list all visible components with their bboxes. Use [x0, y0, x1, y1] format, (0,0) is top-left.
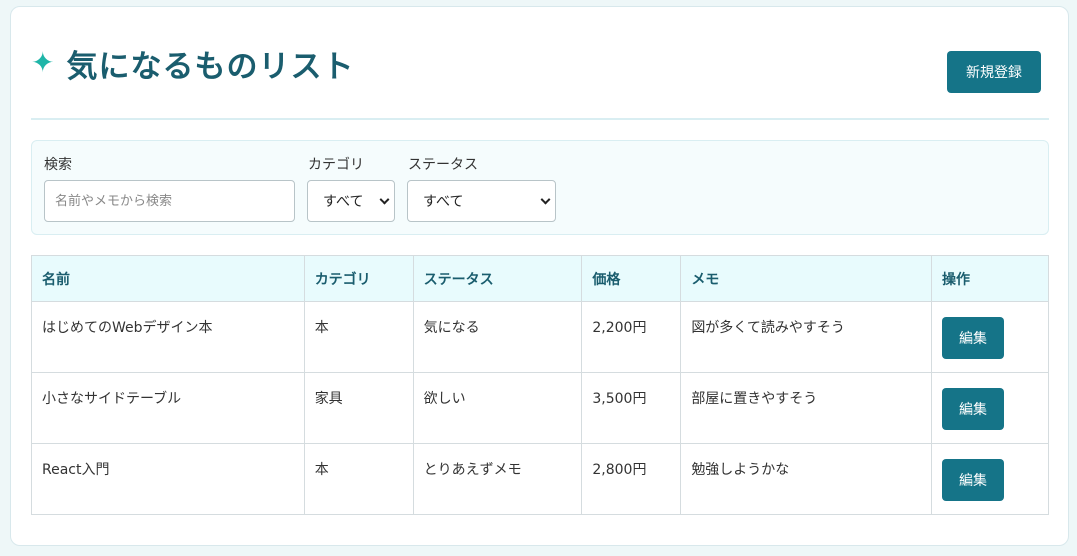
column-header-category: カテゴリ [303, 255, 414, 302]
cell-price: 3,500円 [581, 372, 682, 444]
status-select-value: すべて [423, 194, 464, 210]
cell-memo: 勉強しようかな [680, 443, 932, 515]
cell-memo: 図が多くて読みやすそう [680, 301, 932, 373]
search-input[interactable] [44, 180, 295, 222]
category-select[interactable]: すべて [307, 180, 395, 222]
cell-status: 気になる [412, 301, 583, 373]
sparkle-icon: ✦ [31, 46, 55, 79]
cell-name: はじめてのWebデザイン本 [31, 301, 305, 373]
cell-name: 小さなサイドテーブル [31, 372, 305, 444]
table-row: はじめてのWebデザイン本 本 気になる 2,200円 図が多くて読みやすそう … [31, 301, 1049, 373]
cell-actions: 編集 [931, 443, 1049, 515]
cell-price: 2,800円 [581, 443, 682, 515]
column-header-price: 価格 [581, 255, 682, 302]
cell-status: とりあえずメモ [412, 443, 583, 515]
table-row: 小さなサイドテーブル 家具 欲しい 3,500円 部屋に置きやすそう 編集 [31, 372, 1049, 444]
search-label: 検索 [44, 157, 72, 173]
cell-memo: 部屋に置きやすそう [680, 372, 932, 444]
new-item-button[interactable]: 新規登録 [947, 51, 1041, 93]
page-title-text: 気になるものリスト [66, 48, 355, 85]
cell-price: 2,200円 [581, 301, 682, 373]
items-table: 名前 カテゴリ ステータス 価格 メモ 操作 はじめてのWebデザイン本 本 気… [31, 255, 1049, 515]
page-header: ✦ 気になるものリスト 新規登録 [31, 7, 1049, 120]
cell-name: React入門 [31, 443, 305, 515]
cell-actions: 編集 [931, 301, 1049, 373]
status-label: ステータス [408, 157, 478, 173]
table-header-row: 名前 カテゴリ ステータス 価格 メモ 操作 [31, 255, 1049, 302]
filter-panel: 検索 カテゴリ すべて ステータス すべて [31, 140, 1049, 235]
chevron-down-icon [540, 194, 551, 205]
edit-button[interactable]: 編集 [942, 388, 1004, 430]
column-header-actions: 操作 [931, 255, 1049, 302]
status-select[interactable]: すべて [407, 180, 556, 222]
main-card: ✦ 気になるものリスト 新規登録 検索 カテゴリ すべて ステータス すべて 名… [10, 6, 1069, 546]
column-header-memo: メモ [680, 255, 932, 302]
cell-category: 家具 [303, 372, 414, 444]
edit-button[interactable]: 編集 [942, 317, 1004, 359]
column-header-status: ステータス [412, 255, 583, 302]
cell-actions: 編集 [931, 372, 1049, 444]
page-title: ✦ 気になるものリスト [31, 41, 354, 85]
column-header-name: 名前 [31, 255, 305, 302]
edit-button[interactable]: 編集 [942, 459, 1004, 501]
category-select-value: すべて [323, 194, 364, 210]
cell-category: 本 [303, 301, 414, 373]
chevron-down-icon [379, 194, 390, 205]
cell-status: 欲しい [412, 372, 583, 444]
category-label: カテゴリ [308, 157, 364, 173]
cell-category: 本 [303, 443, 414, 515]
table-row: React入門 本 とりあえずメモ 2,800円 勉強しようかな 編集 [31, 443, 1049, 515]
